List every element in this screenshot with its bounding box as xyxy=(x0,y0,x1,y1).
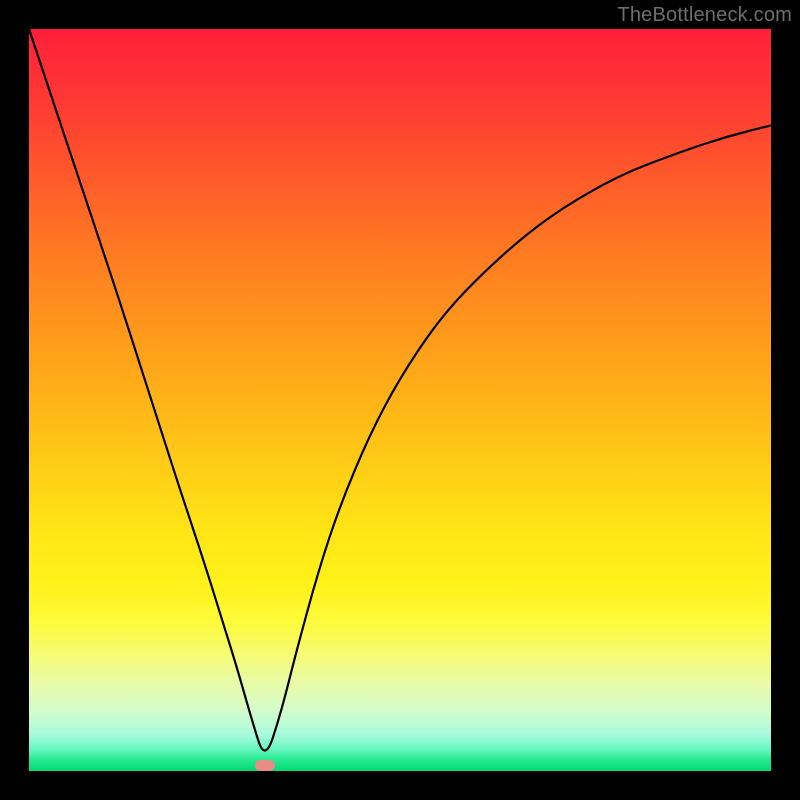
bottleneck-curve xyxy=(29,29,771,771)
chart-stage: TheBottleneck.com xyxy=(0,0,800,800)
watermark-text: TheBottleneck.com xyxy=(617,4,792,27)
minimum-marker xyxy=(255,760,275,771)
plot-area xyxy=(29,29,771,771)
